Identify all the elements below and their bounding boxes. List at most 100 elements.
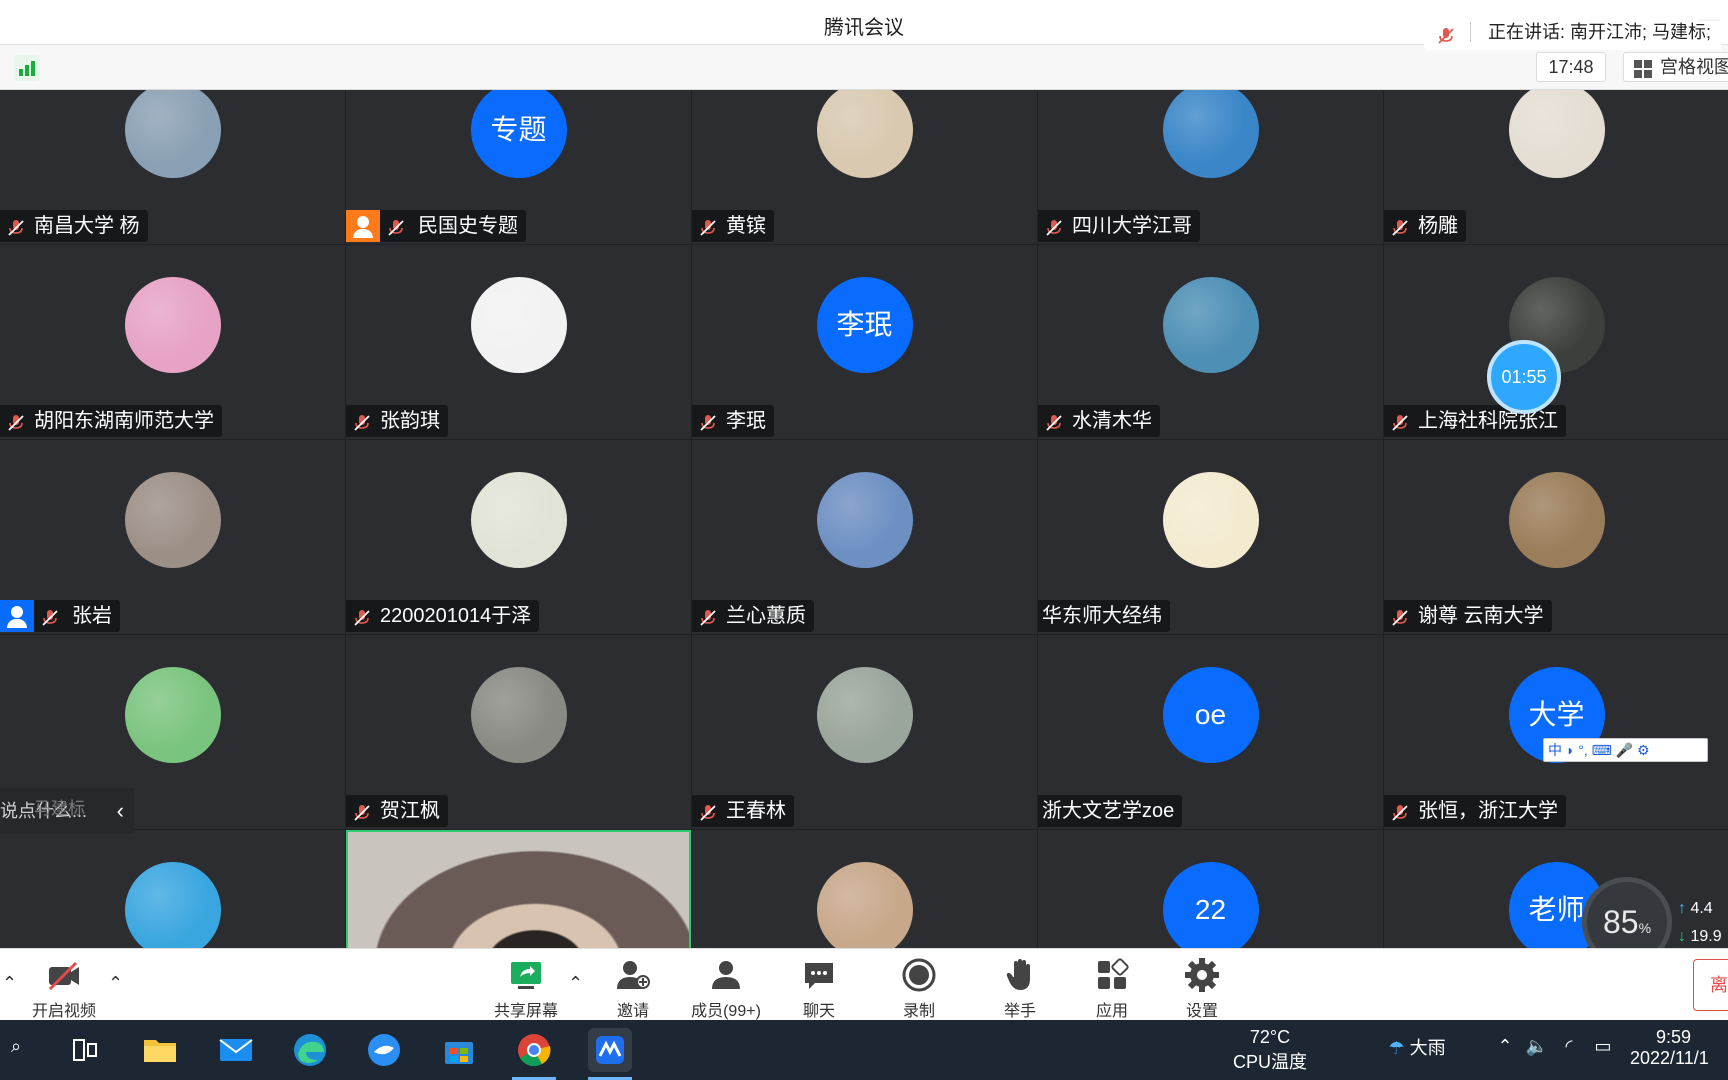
participant-name: 张岩: [72, 605, 112, 627]
battery-icon[interactable]: ▭: [1588, 1036, 1618, 1057]
participant-tile[interactable]: 上海社科院张江: [1384, 245, 1728, 439]
apps-button[interactable]: 应用: [1064, 957, 1160, 1021]
chrome-icon[interactable]: [512, 1028, 556, 1080]
participant-tile[interactable]: [346, 830, 691, 948]
volume-icon[interactable]: 🔈: [1524, 1036, 1550, 1057]
muted-mic-icon: [6, 216, 26, 236]
chat-input-collapsed[interactable]: 马建标 说点什么... ‹: [0, 788, 134, 834]
invite-label: 邀请: [616, 1003, 649, 1020]
participant-tile[interactable]: 贺江枫: [346, 635, 691, 829]
participant-tile[interactable]: 四川大学江哥: [1038, 90, 1383, 244]
settings-button[interactable]: 设置: [1154, 957, 1250, 1021]
participant-tile[interactable]: [0, 830, 345, 948]
start-video-button[interactable]: 开启视频: [16, 957, 112, 1021]
participant-tile[interactable]: 胡阳东湖南师范大学: [0, 245, 345, 439]
participant-name: 上海社科院张江: [1418, 410, 1558, 432]
grid-view-icon: [1634, 60, 1652, 78]
store-icon[interactable]: [437, 1028, 481, 1072]
video-options-caret[interactable]: ⌃: [108, 973, 123, 994]
cpu-temp-value: 72°C: [1249, 1027, 1291, 1047]
participant-tile[interactable]: 22: [1038, 830, 1383, 948]
members-button[interactable]: 成员(99+): [678, 957, 774, 1021]
wifi-icon[interactable]: ◜: [1556, 1036, 1582, 1057]
muted-mic-icon: [1390, 606, 1410, 626]
invite-button[interactable]: 邀请: [585, 957, 681, 1021]
muted-mic-icon: [352, 606, 372, 626]
participant-tile[interactable]: 兰心蕙质: [692, 440, 1037, 634]
cpu-temperature[interactable]: 72°C CPU温度: [1228, 1027, 1312, 1074]
search-icon[interactable]: ⌕: [2, 1036, 30, 1057]
participant-tile[interactable]: 华东师大经纬: [1038, 440, 1383, 634]
participant-tile[interactable]: 谢尊 云南大学: [1384, 440, 1728, 634]
participant-avatar: oe: [1162, 667, 1259, 763]
participant-name: 南昌大学 杨: [34, 215, 140, 237]
participant-tile[interactable]: 张岩: [0, 440, 345, 634]
participant-nameplate: 华东师大经纬: [1038, 600, 1170, 632]
participant-name: 李珉: [726, 410, 766, 432]
participant-nameplate: 王春林: [692, 795, 794, 827]
participant-tile[interactable]: 专题 民国史专题: [346, 90, 691, 244]
participant-name: 胡阳东湖南师范大学: [34, 410, 214, 432]
tencent-meeting-icon[interactable]: [588, 1028, 632, 1080]
raise-hand-icon: [1006, 959, 1030, 990]
active-speaker-banner: 正在讲话: 南开江沛; 马建标;: [1424, 14, 1722, 50]
record-button[interactable]: 录制: [871, 957, 967, 1021]
signal-strength-icon[interactable]: [14, 55, 40, 81]
participant-avatar: [124, 862, 221, 948]
grid-view-label: 宫格视图: [1660, 57, 1728, 77]
participant-nameplate: 张韵琪: [346, 405, 448, 437]
chevron-up-icon[interactable]: ⌃: [2, 973, 17, 994]
participant-tile[interactable]: 水清木华: [1038, 245, 1383, 439]
system-clock[interactable]: 9:59 2022/11/1: [1630, 1027, 1728, 1069]
clock-date: 2022/11/1: [1630, 1048, 1709, 1068]
task-view-icon[interactable]: [62, 1028, 106, 1072]
participant-tile[interactable]: 南昌大学 杨: [0, 90, 345, 244]
participant-nameplate: 水清木华: [1038, 405, 1160, 437]
participant-name: 王春林: [726, 800, 786, 822]
share-screen-button[interactable]: 共享屏幕: [478, 957, 574, 1021]
participant-tile[interactable]: 杨雕: [1384, 90, 1728, 244]
participant-nameplate: 南昌大学 杨: [0, 210, 148, 242]
edge-browser-icon[interactable]: [288, 1028, 332, 1072]
file-explorer-icon[interactable]: [138, 1028, 182, 1072]
participant-nameplate: 杨雕: [1384, 210, 1466, 242]
apps-label: 应用: [1095, 1003, 1128, 1020]
weather[interactable]: ☂ 大雨: [1362, 1034, 1472, 1060]
participant-name: 杨雕: [1418, 215, 1458, 237]
participant-tile[interactable]: 李珉 李珉: [692, 245, 1037, 439]
participant-tile[interactable]: 王春林: [692, 635, 1037, 829]
muted-mic-icon: [6, 411, 26, 431]
muted-mic-icon: [352, 801, 372, 821]
participant-tile[interactable]: oe 浙大文艺学zoe: [1038, 635, 1383, 829]
participant-avatar: [124, 667, 221, 763]
download-speed: 19.9: [1690, 928, 1722, 945]
mail-icon[interactable]: [214, 1028, 258, 1072]
participant-tile[interactable]: 2200201014于泽: [346, 440, 691, 634]
leave-meeting-button[interactable]: 离: [1693, 959, 1728, 1011]
raise-hand-button[interactable]: 举手: [972, 957, 1068, 1021]
chevron-left-icon[interactable]: ‹: [117, 788, 124, 834]
floating-timer[interactable]: 01:55: [1487, 340, 1561, 414]
muted-mic-icon: [1044, 216, 1064, 236]
grid-view-button[interactable]: 宫格视图: [1623, 52, 1728, 82]
participant-tile[interactable]: 张韵琪: [346, 245, 691, 439]
chat-button[interactable]: 聊天: [771, 957, 867, 1021]
participant-name: 谢尊 云南大学: [1418, 605, 1544, 627]
share-options-caret[interactable]: ⌃: [568, 973, 583, 994]
share-screen-label: 共享屏幕: [493, 1003, 558, 1020]
participant-tile[interactable]: 黄镔: [692, 90, 1037, 244]
participant-avatar: 专题: [470, 90, 567, 178]
ime-toolbar[interactable]: 中 ◗ °, ⌨ 🎤 ⚙: [1543, 738, 1708, 762]
messenger-icon[interactable]: [362, 1028, 406, 1072]
participant-avatar: 李珉: [816, 277, 913, 373]
participant-name: 黄镔: [726, 215, 766, 237]
participant-name: 华东师大经纬: [1042, 605, 1162, 627]
participant-avatar: [1162, 90, 1259, 178]
gear-icon: [1185, 958, 1219, 992]
participant-tile[interactable]: [692, 830, 1037, 948]
chevron-up-icon[interactable]: ⌃: [1492, 1036, 1518, 1057]
meeting-clock: 17:48: [1536, 52, 1606, 82]
video-off-icon: [48, 961, 79, 991]
participant-name: 浙大文艺学zoe: [1042, 800, 1175, 822]
participant-tile[interactable]: 大学 张恒，浙江大学: [1384, 635, 1728, 829]
